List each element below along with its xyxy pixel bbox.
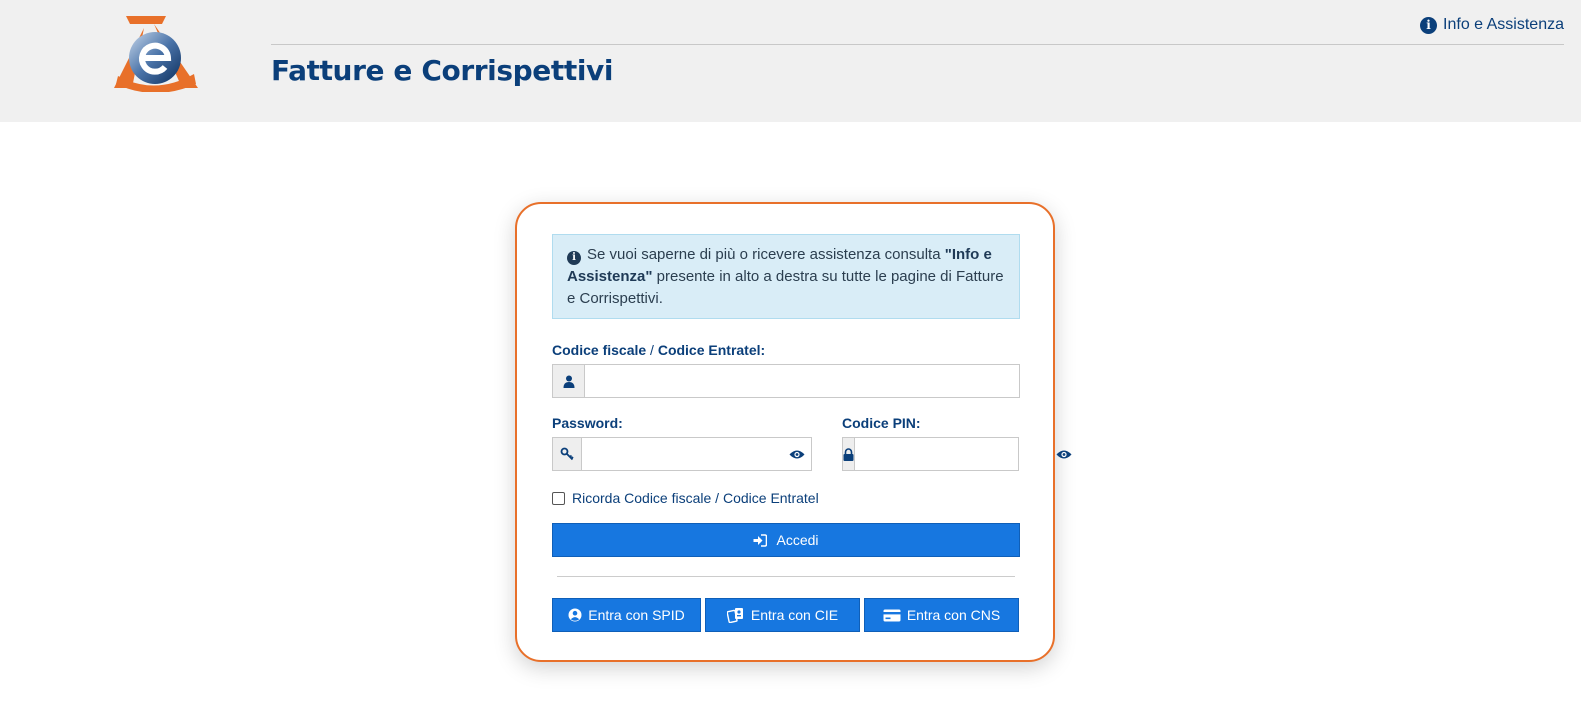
agenzia-entrate-logo[interactable]: [110, 14, 200, 92]
cie-login-button[interactable]: Entra con CIE: [705, 598, 860, 632]
cns-login-button[interactable]: Entra con CNS: [864, 598, 1019, 632]
alert-text-before: Se vuoi saperne di più o ricevere assist…: [587, 246, 945, 263]
pin-label: Codice PIN:: [842, 415, 921, 431]
credit-card-icon: [883, 609, 901, 621]
password-input[interactable]: [581, 438, 783, 470]
cie-label: Entra con CIE: [750, 607, 839, 623]
lock-icon: [843, 438, 855, 470]
accedi-label: Accedi: [776, 532, 819, 548]
remember-label-b: Codice Entratel: [722, 490, 819, 506]
info-icon: i: [567, 250, 581, 265]
cf-label-part-b: Codice Entratel:: [657, 342, 766, 358]
info-assistenza-link[interactable]: i Info e Assistenza: [1420, 16, 1564, 34]
spid-login-button[interactable]: Entra con SPID: [552, 598, 701, 632]
header-divider: [271, 44, 1564, 45]
key-icon: [553, 438, 582, 470]
remember-option[interactable]: Ricorda Codice fiscale / Codice Entratel: [552, 490, 819, 506]
id-card-icon: [726, 608, 743, 623]
info-icon: i: [1420, 16, 1438, 34]
login-card: i Se vuoi saperne di più o ricevere assis…: [515, 202, 1072, 662]
codice-fiscale-group: [552, 364, 1020, 398]
cns-label: Entra con CNS: [906, 607, 1001, 623]
remember-label-separator: /: [711, 490, 723, 506]
sign-in-icon: [753, 533, 768, 547]
info-alert: i Se vuoi saperne di più o ricevere assis…: [552, 234, 1020, 319]
accedi-button[interactable]: Accedi: [552, 523, 1020, 557]
cf-label-part-a: Codice fiscale: [552, 342, 647, 358]
remember-label: Ricorda Codice fiscale / Codice Entratel: [572, 490, 819, 506]
show-password-eye-icon[interactable]: [783, 438, 811, 470]
codice-fiscale-label: Codice fiscale / Codice Entratel:: [552, 342, 765, 358]
app-title: Fatture e Corrispettivi: [271, 54, 614, 87]
info-link-label: Info e Assistenza: [1443, 16, 1564, 33]
password-label: Password:: [552, 415, 623, 431]
pin-group: [842, 437, 1072, 471]
password-group: [552, 437, 812, 471]
user-icon: [553, 365, 585, 397]
page-header: i Info e Assistenza Fatture e Corrispett…: [0, 0, 1581, 122]
user-circle-icon: [568, 608, 582, 622]
cf-label-separator: /: [646, 342, 658, 358]
remember-label-a: Ricorda Codice fiscale: [572, 490, 712, 506]
spid-label: Entra con SPID: [588, 607, 685, 623]
pin-input[interactable]: [855, 438, 1056, 470]
section-divider: [557, 576, 1015, 577]
remember-checkbox[interactable]: [552, 491, 565, 505]
codice-fiscale-input[interactable]: [585, 365, 1019, 397]
show-pin-eye-icon[interactable]: [1056, 438, 1072, 470]
